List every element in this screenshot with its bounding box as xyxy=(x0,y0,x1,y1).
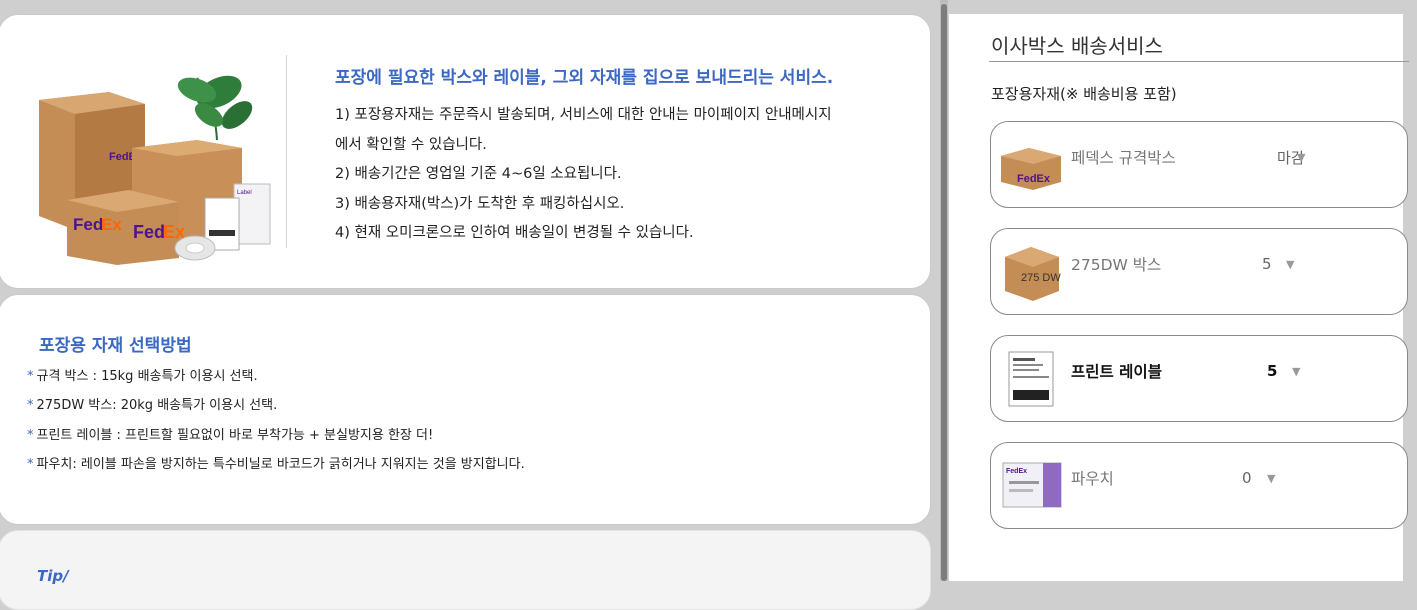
item-print-label: 프린트 레이블 5 ▼ xyxy=(990,335,1408,422)
intro-title: 포장에 필요한 박스와 레이블, 그외 자재를 집으로 보내드리는 서비스. xyxy=(335,68,834,88)
service-intro-card: FedEx Fed Ex Fed Ex Label 포장에 필요한 박스와 레이… xyxy=(0,14,931,289)
pouch-thumbnail: FedEx xyxy=(1002,462,1062,508)
fedex-box-thumbnail: FedEx xyxy=(1001,148,1061,190)
intro-note: 1) 포장용자재는 주문즉시 발송되며, 서비스에 대한 안내는 마이페이지 안… xyxy=(335,107,832,123)
bullet-star: * xyxy=(27,427,34,443)
fedex-boxes-image: FedEx Fed Ex Fed Ex Label xyxy=(39,75,271,265)
275dw-box-thumbnail: 275 DW xyxy=(1005,247,1061,301)
selection-list: * 규격 박스 : 15kg 배송특가 이용시 선택. * 275DW 박스: 20… xyxy=(27,362,525,479)
intro-note: 에서 확인할 수 있습니다. xyxy=(335,136,487,153)
chevron-down-icon[interactable]: ▼ xyxy=(1292,365,1300,378)
quantity-select[interactable]: 5 xyxy=(1262,255,1272,273)
tip-title: Tip/ xyxy=(37,567,69,585)
selection-item: * 규격 박스 : 15kg 배송특가 이용시 선택. xyxy=(27,362,525,391)
svg-text:Ex: Ex xyxy=(101,215,122,234)
title-underline xyxy=(989,61,1409,62)
intro-note: 2) 배송기간은 영업일 기준 4~6일 소요됩니다. xyxy=(335,166,622,182)
selection-text: 275DW 박스: 20kg 배송특가 이용시 선택. xyxy=(36,398,278,414)
intro-note: 3) 배송용자재(박스)가 도착한 후 패킹하십시오. xyxy=(335,195,625,212)
chevron-down-icon[interactable]: ▼ xyxy=(1267,472,1275,485)
svg-text:FedEx: FedEx xyxy=(1017,173,1051,185)
item-275dw-box: 275 DW 275DW 박스 5 ▼ xyxy=(990,228,1408,315)
item-name: 페덱스 규격박스 xyxy=(1071,149,1176,167)
selection-text: 파우치: 레이블 파손을 방지하는 특수비닐로 바코드가 긁히거나 지워지는 것… xyxy=(36,456,525,472)
material-selection-card: 포장용 자재 선택방법 * 규격 박스 : 15kg 배송특가 이용시 선택. *… xyxy=(0,294,931,525)
scrollbar-thumb[interactable] xyxy=(941,4,947,581)
chevron-down-icon[interactable]: ▼ xyxy=(1297,151,1305,164)
vertical-divider xyxy=(286,55,287,248)
intro-note: 4) 현재 오미크론으로 인하여 배송일이 변경될 수 있습니다. xyxy=(335,225,694,241)
chevron-down-icon[interactable]: ▼ xyxy=(1286,258,1294,271)
item-pouch: FedEx 파우치 0 ▼ xyxy=(990,442,1408,529)
bullet-star: * xyxy=(27,369,34,384)
item-name: 프린트 레이블 xyxy=(1071,363,1162,381)
print-label-thumbnail xyxy=(1008,351,1054,407)
intro-notes: 1) 포장용자재는 주문즉시 발송되며, 서비스에 대한 안내는 마이페이지 안… xyxy=(335,101,895,249)
quantity-select[interactable]: 5 xyxy=(1267,362,1277,380)
selection-item: * 275DW 박스: 20kg 배송특가 이용시 선택. xyxy=(27,391,525,420)
bullet-star: * xyxy=(27,456,34,472)
svg-text:Fed: Fed xyxy=(73,215,103,234)
svg-text:275 DW: 275 DW xyxy=(1021,272,1061,284)
selection-text: 규격 박스 : 15kg 배송특가 이용시 선택. xyxy=(36,369,258,384)
section-label: 포장용자재(※ 배송비용 포함) xyxy=(991,85,1177,103)
content-column: FedEx Fed Ex Fed Ex Label 포장에 필요한 박스와 레이… xyxy=(0,0,940,610)
svg-text:FedEx: FedEx xyxy=(1006,468,1027,475)
item-fedex-box: FedEx 페덱스 규격박스 마감 ▼ xyxy=(990,121,1408,208)
svg-text:Fed: Fed xyxy=(133,222,165,242)
svg-text:Label: Label xyxy=(237,190,252,196)
bullet-star: * xyxy=(27,398,34,414)
selection-title: 포장용 자재 선택방법 xyxy=(39,336,192,356)
selection-text: 프린트 레이블 : 프린트할 필요없이 바로 부착가능 + 분실방지용 한장 더… xyxy=(36,427,434,443)
order-panel: 이사박스 배송서비스 포장용자재(※ 배송비용 포함) FedEx 페덱스 규격… xyxy=(949,14,1409,581)
item-name: 275DW 박스 xyxy=(1071,256,1162,274)
selection-item: * 프린트 레이블 : 프린트할 필요없이 바로 부착가능 + 분실방지용 한장 … xyxy=(27,421,525,450)
tip-card: Tip/ xyxy=(0,530,931,610)
panel-title: 이사박스 배송서비스 xyxy=(991,34,1163,58)
quantity-select[interactable]: 0 xyxy=(1242,469,1252,487)
item-name: 파우치 xyxy=(1071,470,1114,488)
selection-item: * 파우치: 레이블 파손을 방지하는 특수비닐로 바코드가 긁히거나 지워지는 … xyxy=(27,450,525,479)
